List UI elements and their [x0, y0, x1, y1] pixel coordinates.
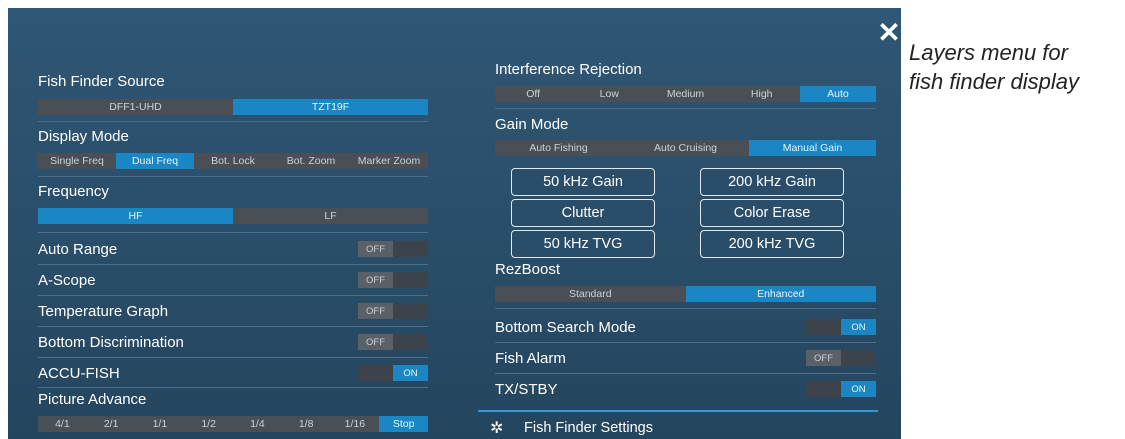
gear-icon: ✲ — [490, 420, 504, 437]
seg-option-standard[interactable]: Standard — [495, 286, 686, 302]
fish-finder-source-label: Fish Finder Source — [38, 73, 165, 90]
bottom-discrimination-label: Bottom Discrimination — [38, 334, 184, 351]
fish-finder-settings-button[interactable]: ✲ Fish Finder Settings — [478, 410, 878, 439]
divider — [495, 342, 876, 343]
divider — [38, 232, 428, 233]
a-scope-toggle[interactable]: OFF — [358, 272, 428, 288]
seg-option-1-1[interactable]: 1/1 — [135, 416, 185, 432]
auto-range-toggle[interactable]: OFF — [358, 241, 428, 257]
close-icon[interactable]: ✕ — [873, 16, 901, 50]
toggle-state: OFF — [358, 334, 393, 350]
seg-option-lf[interactable]: LF — [233, 208, 428, 224]
rezboost-selector: Standard Enhanced — [495, 286, 876, 302]
rezboost-label: RezBoost — [495, 261, 561, 278]
frequency-label: Frequency — [38, 183, 109, 200]
50khz-tvg-button[interactable]: 50 kHz TVG — [511, 230, 655, 258]
divider — [38, 295, 428, 296]
bottom-search-mode-toggle[interactable]: ON — [806, 319, 876, 335]
fish-finder-source-selector: DFF1-UHD TZT19F — [38, 99, 428, 115]
seg-option-auto-fishing[interactable]: Auto Fishing — [495, 140, 622, 156]
divider — [495, 108, 876, 109]
fish-finder-settings-label: Fish Finder Settings — [524, 420, 653, 436]
toggle-state: ON — [841, 381, 876, 397]
divider — [38, 176, 428, 177]
toggle-state: ON — [841, 319, 876, 335]
divider — [38, 264, 428, 265]
gain-mode-selector: Auto Fishing Auto Cruising Manual Gain — [495, 140, 876, 156]
divider — [495, 373, 876, 374]
divider — [38, 326, 428, 327]
figure-caption: Layers menu for fish finder display — [909, 38, 1125, 96]
display-mode-selector: Single Freq Dual Freq Bot. Lock Bot. Zoo… — [38, 153, 428, 169]
divider — [38, 357, 428, 358]
seg-option-auto-cruising[interactable]: Auto Cruising — [622, 140, 749, 156]
seg-option-manual-gain[interactable]: Manual Gain — [749, 140, 876, 156]
seg-option-dual-freq[interactable]: Dual Freq — [116, 153, 194, 169]
seg-option-tzt19f[interactable]: TZT19F — [233, 99, 428, 115]
divider — [495, 308, 876, 309]
seg-option-stop[interactable]: Stop — [379, 416, 428, 432]
fish-alarm-toggle[interactable]: OFF — [806, 350, 876, 366]
temperature-graph-label: Temperature Graph — [38, 303, 169, 320]
seg-option-1-16[interactable]: 1/16 — [330, 416, 380, 432]
a-scope-label: A-Scope — [38, 272, 96, 289]
50khz-gain-button[interactable]: 50 kHz Gain — [511, 168, 655, 196]
color-erase-button[interactable]: Color Erase — [700, 199, 844, 227]
seg-option-hf[interactable]: HF — [38, 208, 233, 224]
seg-option-4-1[interactable]: 4/1 — [38, 416, 87, 432]
200khz-gain-button[interactable]: 200 kHz Gain — [700, 168, 844, 196]
interference-rejection-label: Interference Rejection — [495, 61, 642, 78]
fish-alarm-label: Fish Alarm — [495, 350, 566, 367]
clutter-button[interactable]: Clutter — [511, 199, 655, 227]
accu-fish-label: ACCU-FISH — [38, 365, 120, 382]
interference-rejection-selector: Off Low Medium High Auto — [495, 86, 877, 102]
seg-option-2-1[interactable]: 2/1 — [86, 416, 136, 432]
toggle-state: ON — [393, 365, 428, 381]
seg-option-off[interactable]: Off — [495, 86, 572, 102]
seg-option-dff1-uhd[interactable]: DFF1-UHD — [38, 99, 233, 115]
tx-stby-toggle[interactable]: ON — [806, 381, 876, 397]
seg-option-single-freq[interactable]: Single Freq — [38, 153, 116, 169]
seg-option-auto[interactable]: Auto — [799, 86, 877, 102]
seg-option-bot-lock[interactable]: Bot. Lock — [194, 153, 272, 169]
bottom-discrimination-toggle[interactable]: OFF — [358, 334, 428, 350]
temperature-graph-toggle[interactable]: OFF — [358, 303, 428, 319]
divider — [38, 121, 428, 122]
toggle-state: OFF — [358, 303, 393, 319]
seg-option-1-2[interactable]: 1/2 — [184, 416, 233, 432]
frequency-selector: HF LF — [38, 208, 428, 224]
auto-range-label: Auto Range — [38, 241, 118, 258]
seg-option-enhanced[interactable]: Enhanced — [685, 286, 876, 302]
seg-option-low[interactable]: Low — [571, 86, 648, 102]
seg-option-1-8[interactable]: 1/8 — [281, 416, 331, 432]
caption-line-1: Layers menu for — [909, 40, 1068, 65]
picture-advance-label: Picture Advance — [38, 391, 147, 408]
seg-option-high[interactable]: High — [723, 86, 800, 102]
display-mode-label: Display Mode — [38, 128, 129, 145]
picture-advance-selector: 4/1 2/1 1/1 1/2 1/4 1/8 1/16 Stop — [38, 416, 428, 432]
seg-option-bot-zoom[interactable]: Bot. Zoom — [272, 153, 350, 169]
accu-fish-toggle[interactable]: ON — [358, 365, 428, 381]
seg-option-1-4[interactable]: 1/4 — [233, 416, 282, 432]
seg-option-marker-zoom[interactable]: Marker Zoom — [350, 153, 428, 169]
toggle-state: OFF — [358, 241, 393, 257]
layers-menu-panel: ✕ Fish Finder Source DFF1-UHD TZT19F Dis… — [8, 8, 901, 439]
bottom-search-mode-label: Bottom Search Mode — [495, 319, 636, 336]
caption-line-2: fish finder display — [909, 69, 1079, 94]
200khz-tvg-button[interactable]: 200 kHz TVG — [700, 230, 844, 258]
toggle-state: OFF — [806, 350, 841, 366]
tx-stby-label: TX/STBY — [495, 381, 558, 398]
seg-option-medium[interactable]: Medium — [647, 86, 724, 102]
divider — [38, 387, 428, 388]
gain-mode-label: Gain Mode — [495, 116, 569, 133]
toggle-state: OFF — [358, 272, 393, 288]
